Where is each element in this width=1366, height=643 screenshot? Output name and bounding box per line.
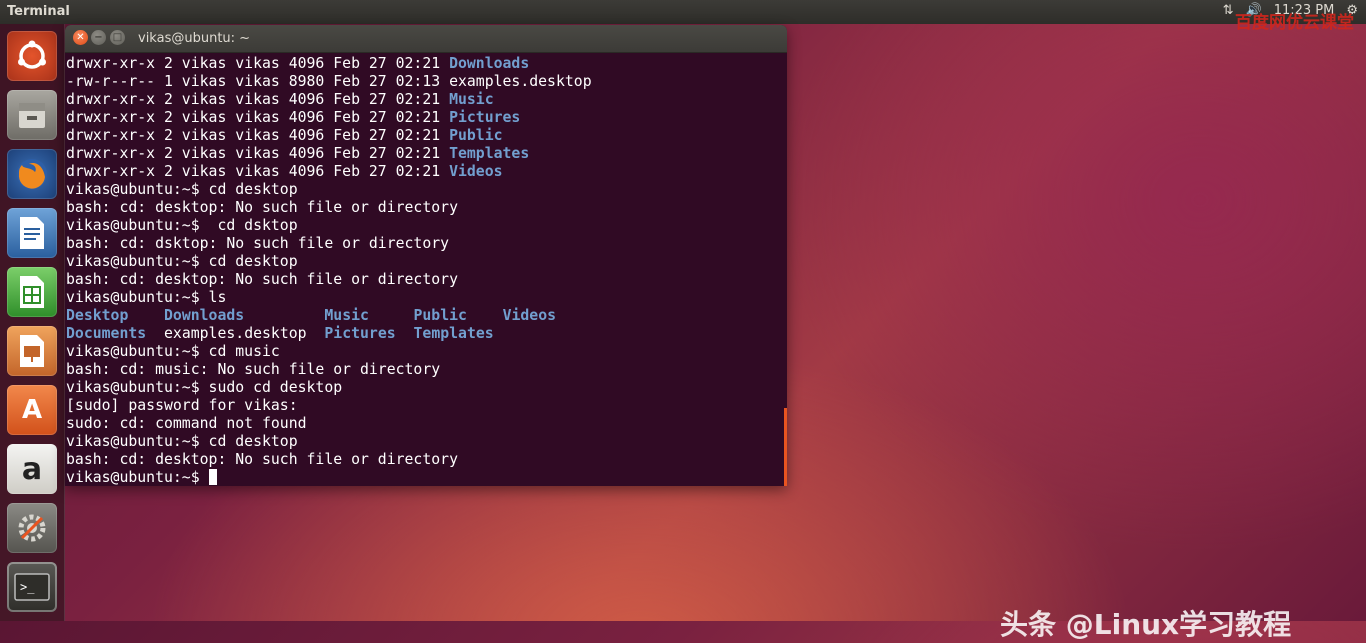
libreoffice-impress-icon[interactable] [7,326,57,376]
directory-name: Public [413,307,467,324]
terminal-text: bash: cd: desktop: No such file or direc… [66,271,458,288]
directory-name: Pictures [449,109,521,126]
terminal-output[interactable]: drwxr-xr-x 2 vikas vikas 4096 Feb 27 02:… [66,55,782,486]
network-arrows-icon[interactable]: ⇅ [1223,3,1234,18]
terminal-line: drwxr-xr-x 2 vikas vikas 4096 Feb 27 02:… [66,91,782,109]
terminal-text: bash: cd: dsktop: No such file or direct… [66,235,450,252]
terminal-text: drwxr-xr-x 2 vikas vikas 4096 Feb 27 02:… [66,109,450,126]
directory-name: Pictures [324,325,396,342]
terminal-window[interactable]: ✕ − □ vikas@ubuntu: ~ drwxr-xr-x 2 vikas… [65,25,787,486]
amazon-icon[interactable]: a [7,444,57,494]
terminal-text: bash: cd: desktop: No such file or direc… [66,199,458,216]
terminal-line: vikas@ubuntu:~$ cd dsktop [66,217,782,235]
terminal-text: drwxr-xr-x 2 vikas vikas 4096 Feb 27 02:… [66,127,450,144]
terminal-text: bash: cd: desktop: No such file or direc… [66,451,458,468]
terminal-line: vikas@ubuntu:~$ cd music [66,343,782,361]
terminal-text: vikas@ubuntu:~$ cd music [66,343,280,360]
directory-name: Templates [413,325,494,342]
terminal-text: vikas@ubuntu:~$ ls [66,289,227,306]
column-gap [307,325,325,342]
terminal-line: drwxr-xr-x 2 vikas vikas 4096 Feb 27 02:… [66,109,782,127]
directory-name: Templates [449,145,530,162]
terminal-text: [sudo] password for vikas: [66,397,298,414]
file-name: examples.desktop [164,325,307,342]
terminal-line: bash: cd: desktop: No such file or direc… [66,199,782,217]
terminal-text: -rw-r--r-- 1 vikas vikas 8980 Feb 27 02:… [66,73,592,90]
terminal-line: -rw-r--r-- 1 vikas vikas 8980 Feb 27 02:… [66,73,782,91]
directory-name: Videos [449,163,503,180]
minimize-icon[interactable]: − [91,30,106,45]
terminal-line: vikas@ubuntu:~$ ls [66,289,782,307]
terminal-line: sudo: cd: command not found [66,415,782,433]
terminal-line: vikas@ubuntu:~$ cd desktop [66,181,782,199]
watermark-top: 百度网优云课堂 [1235,13,1354,33]
terminal-text: vikas@ubuntu:~$ cd desktop [66,181,298,198]
directory-name: Videos [502,307,557,324]
libreoffice-writer-icon[interactable] [7,208,57,258]
terminal-line: bash: cd: desktop: No such file or direc… [66,451,782,469]
libreoffice-calc-icon[interactable] [7,267,57,317]
column-gap [244,307,324,324]
window-titlebar[interactable]: ✕ − □ vikas@ubuntu: ~ [65,25,787,53]
terminal-text: vikas@ubuntu:~$ cd desktop [66,253,298,270]
column-gap [146,325,164,342]
prompt-line: vikas@ubuntu:~$ [66,469,782,486]
terminal-line: drwxr-xr-x 2 vikas vikas 4096 Feb 27 02:… [66,163,782,181]
terminal-text: drwxr-xr-x 2 vikas vikas 4096 Feb 27 02:… [66,163,450,180]
prompt-text: vikas@ubuntu:~$ [66,469,209,486]
scrollbar-thumb[interactable] [784,408,787,486]
column-gap [128,307,164,324]
terminal-line: drwxr-xr-x 2 vikas vikas 4096 Feb 27 02:… [66,127,782,145]
column-gap [396,325,414,342]
directory-name: Desktop [66,307,129,324]
directory-name: Downloads [449,55,530,72]
terminal-text: vikas@ubuntu:~$ sudo cd desktop [66,379,343,396]
text-cursor[interactable] [208,469,217,485]
ls-output-row: Documents examples.desktop Pictures Temp… [66,325,782,343]
svg-text:>_: >_ [20,580,35,594]
terminal-line: bash: cd: dsktop: No such file or direct… [66,235,782,253]
terminal-line: vikas@ubuntu:~$ sudo cd desktop [66,379,782,397]
terminal-text: bash: cd: music: No such file or directo… [66,361,441,378]
ubuntu-dash-icon[interactable] [7,31,57,81]
column-gap [369,307,414,324]
terminal-text: vikas@ubuntu:~$ cd dsktop [66,217,298,234]
terminal-line: vikas@ubuntu:~$ cd desktop [66,253,782,271]
terminal-text: drwxr-xr-x 2 vikas vikas 4096 Feb 27 02:… [66,145,450,162]
system-settings-icon[interactable] [7,503,57,553]
top-panel: Terminal ⇅ 🔊 11:23 PM ⚙ 百度网优云课堂 [0,0,1366,33]
directory-name: Public [449,127,503,144]
directory-name: Music [324,307,369,324]
terminal-line: vikas@ubuntu:~$ cd desktop [66,433,782,451]
directory-name: Music [449,91,494,108]
terminal-line: bash: cd: desktop: No such file or direc… [66,271,782,289]
terminal-text: vikas@ubuntu:~$ cd desktop [66,433,298,450]
terminal-line: [sudo] password for vikas: [66,397,782,415]
terminal-text: drwxr-xr-x 2 vikas vikas 4096 Feb 27 02:… [66,91,450,108]
column-gap [467,307,503,324]
directory-name: Documents [66,325,147,342]
terminal-icon[interactable]: >_ [7,562,57,612]
close-icon[interactable]: ✕ [73,30,88,45]
terminal-line: bash: cd: music: No such file or directo… [66,361,782,379]
app-title: Terminal [7,4,70,19]
terminal-line: drwxr-xr-x 2 vikas vikas 4096 Feb 27 02:… [66,55,782,73]
maximize-icon[interactable]: □ [110,30,125,45]
directory-name: Downloads [164,307,245,324]
ls-output-row: Desktop Downloads Music Public Videos [66,307,782,325]
terminal-text: drwxr-xr-x 2 vikas vikas 4096 Feb 27 02:… [66,55,450,72]
terminal-text: sudo: cd: command not found [66,415,307,432]
watermark-bottom: 头条 @Linux学习教程 [1000,608,1292,641]
files-icon[interactable] [7,90,57,140]
window-title: vikas@ubuntu: ~ [138,31,251,46]
launcher: A a >_ [0,24,65,621]
software-center-icon[interactable]: A [7,385,57,435]
terminal-line: drwxr-xr-x 2 vikas vikas 4096 Feb 27 02:… [66,145,782,163]
firefox-icon[interactable] [7,149,57,199]
